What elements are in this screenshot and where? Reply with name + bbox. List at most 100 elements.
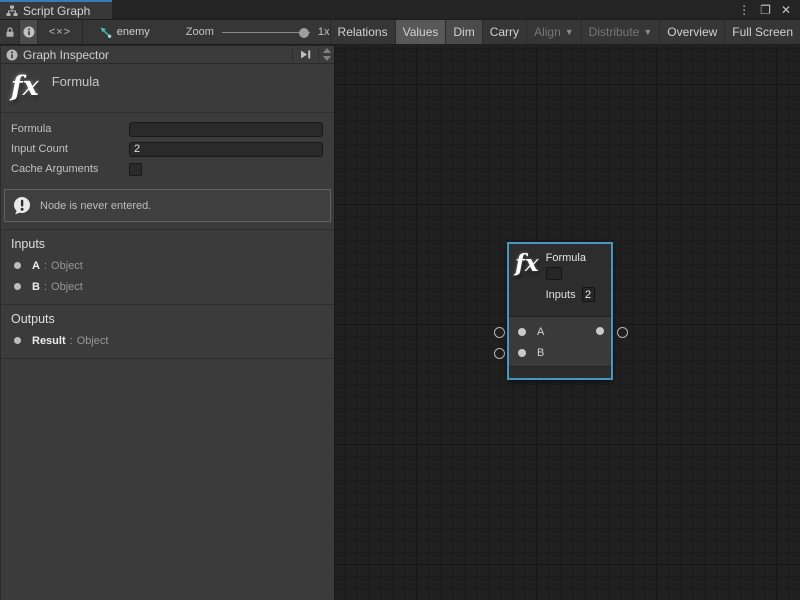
formula-node-footer xyxy=(509,366,611,378)
scroll-down-icon[interactable] xyxy=(323,56,331,61)
cache-arguments-checkbox[interactable] xyxy=(129,163,142,176)
port-dot-icon xyxy=(14,262,21,269)
node-input-port-b[interactable]: B xyxy=(509,342,611,363)
tab-script-graph[interactable]: Script Graph xyxy=(0,0,112,19)
input-count-field-row: Input Count xyxy=(1,139,334,159)
hierarchy-icon xyxy=(6,5,18,17)
warning-text: Node is never entered. xyxy=(40,200,151,212)
graph-canvas[interactable]: fx Formula Inputs 2 A xyxy=(335,46,800,600)
chevron-down-icon: ▼ xyxy=(565,27,574,37)
dock-icon xyxy=(299,49,312,60)
inspector-title: Graph Inspector xyxy=(23,48,109,62)
section-divider xyxy=(1,358,334,359)
tab-title: Script Graph xyxy=(23,4,90,18)
port-dot-icon[interactable] xyxy=(518,349,526,357)
node-formula-input[interactable] xyxy=(546,267,562,280)
port-name: A xyxy=(537,326,544,338)
code-view-button[interactable]: <×> xyxy=(38,20,82,44)
zoom-control: Zoom 1x xyxy=(160,20,330,44)
close-icon[interactable]: ✕ xyxy=(781,4,791,16)
dock-panel-button[interactable] xyxy=(292,46,318,63)
info-icon xyxy=(6,49,18,61)
align-label: Align xyxy=(534,25,561,39)
zoom-value: 1x xyxy=(318,26,330,38)
values-button[interactable]: Values xyxy=(395,20,446,44)
formula-node-header-content: Formula Inputs 2 xyxy=(546,252,595,316)
full-screen-label: Full Screen xyxy=(732,25,793,39)
node-inputs-label: Inputs xyxy=(546,289,576,301)
code-icon: <×> xyxy=(49,26,71,38)
fx-icon: fx xyxy=(515,252,539,316)
graph-breadcrumb[interactable]: enemy xyxy=(83,20,160,44)
maximize-icon[interactable]: ❐ xyxy=(760,4,771,16)
connection-point-right-result[interactable] xyxy=(617,327,628,338)
node-inputs-count[interactable]: 2 xyxy=(582,287,595,302)
port-name: B xyxy=(537,347,544,359)
chevron-down-icon: ▼ xyxy=(643,27,652,37)
input-port-b[interactable]: B : Object xyxy=(1,276,334,297)
inspector-toggle-button[interactable] xyxy=(19,20,38,44)
formula-node-header[interactable]: fx Formula Inputs 2 xyxy=(509,244,611,317)
scroll-up-icon[interactable] xyxy=(323,48,331,53)
window-menu-icon[interactable]: ⋮ xyxy=(738,4,750,16)
formula-node-ports: A B xyxy=(509,317,611,366)
distribute-label: Distribute xyxy=(589,25,640,39)
full-screen-button[interactable]: Full Screen xyxy=(724,20,800,44)
cache-arguments-label: Cache Arguments xyxy=(11,163,129,175)
info-icon xyxy=(23,26,35,38)
node-inputs-row: Inputs 2 xyxy=(546,287,595,302)
carry-label: Carry xyxy=(490,25,519,39)
port-type: Object xyxy=(77,335,109,347)
port-type: Object xyxy=(51,281,83,293)
fx-icon: fx xyxy=(11,73,39,100)
port-type: Object xyxy=(51,260,83,272)
graph-name: enemy xyxy=(117,26,150,38)
unit-header: fx Formula xyxy=(1,64,334,113)
port-name: Result xyxy=(32,335,66,347)
lock-icon xyxy=(4,26,16,38)
tab-bar-spacer xyxy=(112,0,738,19)
zoom-slider[interactable] xyxy=(222,32,310,33)
carry-button[interactable]: Carry xyxy=(482,20,526,44)
port-name: B xyxy=(32,281,40,293)
zoom-slider-handle[interactable] xyxy=(299,28,309,38)
unit-title: Formula xyxy=(52,74,100,89)
align-button[interactable]: Align ▼ xyxy=(526,20,581,44)
zoom-label: Zoom xyxy=(186,26,214,38)
port-separator: : xyxy=(44,260,47,272)
dim-label: Dim xyxy=(453,25,474,39)
port-name: A xyxy=(32,260,40,272)
output-port-result[interactable]: Result : Object xyxy=(1,330,334,351)
connection-point-left-b[interactable] xyxy=(494,348,505,359)
main-area: Graph Inspector fx Formul xyxy=(0,46,800,600)
warning-bubble-icon xyxy=(12,196,32,216)
port-separator: : xyxy=(44,281,47,293)
inspector-header: Graph Inspector xyxy=(1,46,334,64)
window-controls: ⋮ ❐ ✕ xyxy=(738,0,800,19)
outputs-section-header: Outputs xyxy=(1,305,334,330)
formula-node[interactable]: fx Formula Inputs 2 A xyxy=(507,242,613,380)
port-separator: : xyxy=(70,335,73,347)
input-port-a[interactable]: A : Object xyxy=(1,255,334,276)
lock-button[interactable] xyxy=(0,20,19,44)
node-output-port-result[interactable] xyxy=(596,327,604,335)
relations-button[interactable]: Relations xyxy=(330,20,395,44)
input-count-input[interactable] xyxy=(129,142,323,157)
inspector-header-controls xyxy=(292,46,334,63)
connection-point-left-a[interactable] xyxy=(494,327,505,338)
formula-node-title: Formula xyxy=(546,252,595,264)
script-graph-window: Script Graph ⋮ ❐ ✕ <×> xyxy=(0,0,800,600)
toolbar-buttons: Relations Values Dim Carry Align ▼ Distr… xyxy=(330,20,800,44)
warning-box: Node is never entered. xyxy=(4,189,331,222)
formula-field-row: Formula xyxy=(1,119,334,139)
panel-scroll-arrows xyxy=(318,46,334,63)
dim-button[interactable]: Dim xyxy=(445,20,481,44)
spacer xyxy=(1,351,334,358)
overview-label: Overview xyxy=(667,25,717,39)
spacer xyxy=(1,297,334,304)
port-dot-icon[interactable] xyxy=(518,328,526,336)
distribute-button[interactable]: Distribute ▼ xyxy=(581,20,660,44)
overview-button[interactable]: Overview xyxy=(659,20,724,44)
formula-input[interactable] xyxy=(129,122,323,137)
tab-bar: Script Graph ⋮ ❐ ✕ xyxy=(0,0,800,19)
